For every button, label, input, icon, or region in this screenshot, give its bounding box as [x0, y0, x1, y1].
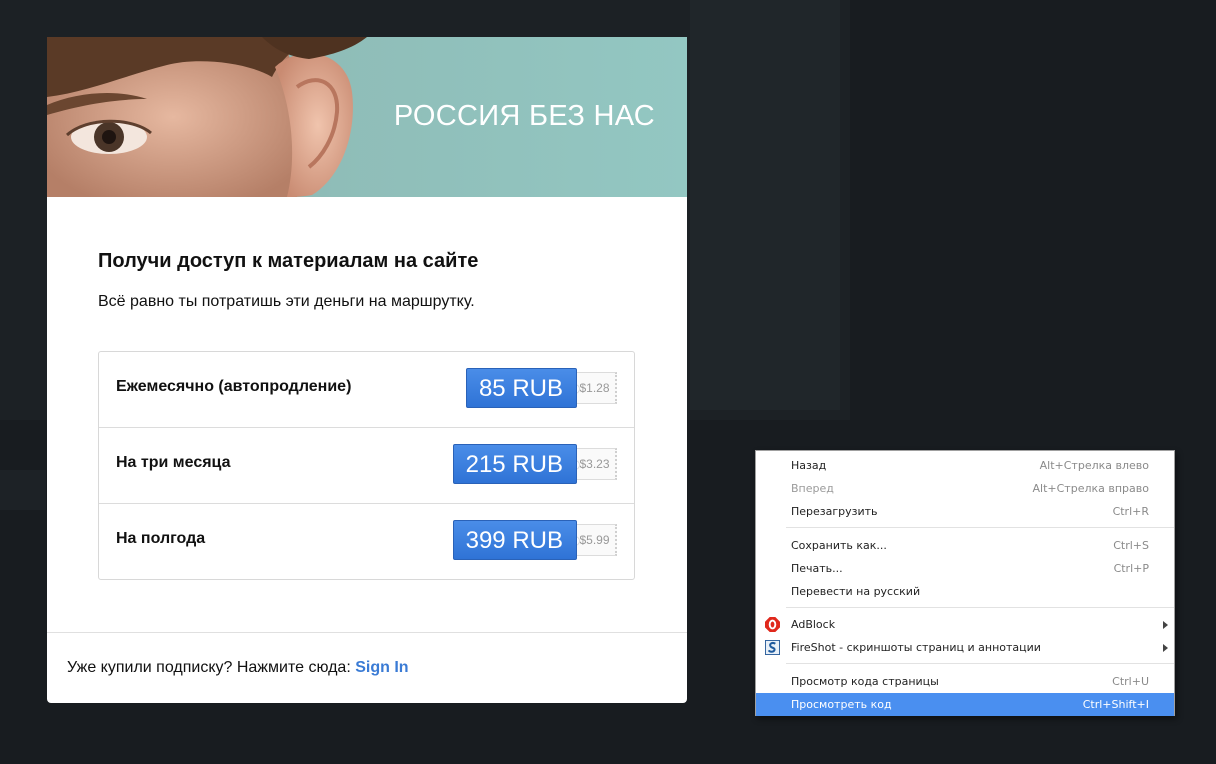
- fireshot-icon: [765, 640, 780, 655]
- plan-three-months: На три месяца 215 RUB $3.23: [99, 428, 634, 504]
- menu-separator: [786, 607, 1174, 608]
- plans-list: Ежемесячно (автопродление) 85 RUB $1.28 …: [98, 351, 635, 580]
- menu-separator: [786, 663, 1174, 664]
- menu-item-label: Просмотр кода страницы: [791, 675, 939, 688]
- menu-item-label: Вперед: [791, 482, 834, 495]
- modal-heading: Получи доступ к материалам на сайте: [98, 250, 479, 272]
- menu-item-shortcut: Ctrl+S: [1113, 539, 1149, 552]
- menu-item-back[interactable]: Назад Alt+Стрелка влево: [756, 454, 1174, 477]
- hero-banner: РОССИЯ БЕЗ НАС: [47, 37, 687, 197]
- already-subscribed-text: Уже купили подписку? Нажмите сюда:: [67, 659, 351, 676]
- usd-price-tag: $3.23: [570, 448, 617, 480]
- submenu-arrow-icon: [1163, 621, 1168, 629]
- menu-item-shortcut: Alt+Стрелка вправо: [1032, 482, 1149, 495]
- menu-item-fireshot[interactable]: FireShot - скриншоты страниц и аннотации: [756, 636, 1174, 659]
- usd-price-tag: $5.99: [570, 524, 617, 556]
- menu-item-reload[interactable]: Перезагрузить Ctrl+R: [756, 500, 1174, 523]
- menu-item-shortcut: Ctrl+Shift+I: [1082, 698, 1149, 711]
- price-group: 399 RUB $5.99: [452, 520, 617, 560]
- price-group: 215 RUB $3.23: [452, 444, 617, 484]
- menu-item-translate[interactable]: Перевести на русский: [756, 580, 1174, 603]
- menu-item-label: Сохранить как...: [791, 539, 887, 552]
- subscription-modal: РОССИЯ БЕЗ НАС Получи доступ к материала…: [47, 37, 687, 703]
- modal-subtitle: Всё равно ты потратишь эти деньги на мар…: [98, 293, 475, 310]
- menu-item-adblock[interactable]: AdBlock: [756, 613, 1174, 636]
- menu-item-shortcut: Ctrl+P: [1113, 562, 1149, 575]
- menu-item-inspect[interactable]: Просмотреть код Ctrl+Shift+I: [756, 693, 1174, 716]
- plan-half-year: На полгода 399 RUB $5.99: [99, 504, 634, 579]
- adblock-icon: [765, 617, 780, 632]
- usd-price-tag: $1.28: [570, 372, 617, 404]
- plan-monthly: Ежемесячно (автопродление) 85 RUB $1.28: [99, 352, 634, 428]
- submenu-arrow-icon: [1163, 644, 1168, 652]
- buy-three-months-button[interactable]: 215 RUB: [452, 444, 577, 484]
- menu-item-label: Назад: [791, 459, 827, 472]
- modal-content: Получи доступ к материалам на сайте Всё …: [98, 197, 635, 580]
- menu-separator: [786, 527, 1174, 528]
- buy-monthly-button[interactable]: 85 RUB: [465, 368, 577, 408]
- browser-context-menu: Назад Alt+Стрелка влево Вперед Alt+Стрел…: [755, 450, 1175, 716]
- plan-name: Ежемесячно (автопродление): [116, 378, 352, 395]
- menu-item-view-source[interactable]: Просмотр кода страницы Ctrl+U: [756, 670, 1174, 693]
- price-group: 85 RUB $1.28: [465, 368, 617, 408]
- menu-item-label: AdBlock: [791, 618, 836, 631]
- menu-item-shortcut: Ctrl+U: [1112, 675, 1149, 688]
- menu-item-label: Перезагрузить: [791, 505, 878, 518]
- menu-item-save-as[interactable]: Сохранить как... Ctrl+S: [756, 534, 1174, 557]
- menu-item-label: Печать...: [791, 562, 843, 575]
- menu-item-print[interactable]: Печать... Ctrl+P: [756, 557, 1174, 580]
- hero-title: РОССИЯ БЕЗ НАС: [393, 100, 655, 132]
- menu-item-shortcut: Alt+Стрелка влево: [1039, 459, 1149, 472]
- plan-name: На три месяца: [116, 454, 231, 471]
- menu-item-label: FireShot - скриншоты страниц и аннотации: [791, 641, 1041, 654]
- buy-half-year-button[interactable]: 399 RUB: [452, 520, 577, 560]
- sign-in-link[interactable]: Sign In: [355, 659, 408, 676]
- plan-name: На полгода: [116, 530, 206, 547]
- menu-item-shortcut: Ctrl+R: [1112, 505, 1149, 518]
- menu-item-forward[interactable]: Вперед Alt+Стрелка вправо: [756, 477, 1174, 500]
- menu-item-label: Просмотреть код: [791, 698, 892, 711]
- modal-footer: Уже купили подписку? Нажмите сюда: Sign …: [47, 632, 687, 703]
- footer-text: Уже купили подписку? Нажмите сюда: Sign …: [67, 659, 409, 677]
- menu-item-label: Перевести на русский: [791, 585, 921, 598]
